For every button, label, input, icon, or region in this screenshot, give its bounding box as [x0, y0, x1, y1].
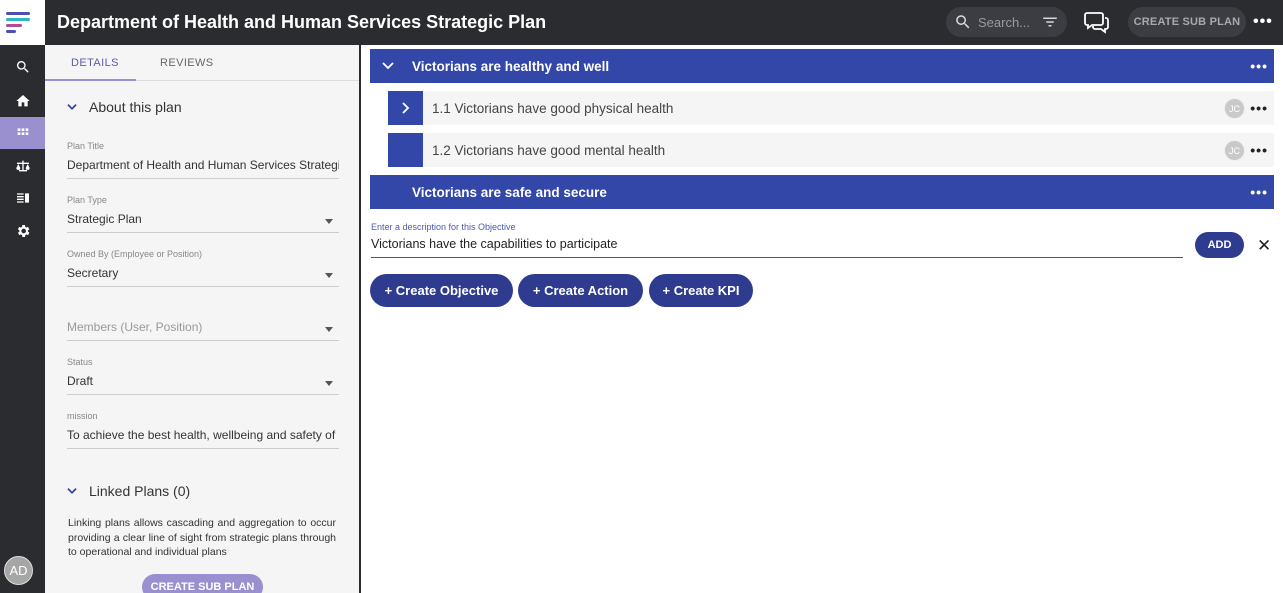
search-icon[interactable]: [0, 51, 45, 83]
chevron-down-icon: [67, 488, 77, 494]
add-button[interactable]: ADD: [1195, 232, 1244, 258]
chat-icon[interactable]: [1082, 8, 1112, 36]
caret-down-icon: [325, 219, 333, 224]
linked-plans-description: Linking plans allows cascading and aggre…: [68, 517, 336, 558]
members-select[interactable]: Members (User, Position): [67, 303, 339, 341]
caret-down-icon: [325, 381, 333, 386]
plan-title-label: Plan Title: [67, 141, 105, 151]
caret-down-icon: [325, 273, 333, 278]
assignee-avatar[interactable]: JC: [1224, 140, 1245, 161]
chevron-down-icon[interactable]: [381, 60, 395, 72]
assignee-avatar[interactable]: JC: [1224, 98, 1245, 119]
page-title: Department of Health and Human Services …: [57, 12, 547, 32]
plan-type-select[interactable]: Plan Type Strategic Plan: [67, 195, 339, 233]
owned-by-value[interactable]: Secretary: [67, 261, 339, 287]
plan-type-value[interactable]: Strategic Plan: [67, 207, 339, 233]
create-kpi-button[interactable]: + Create KPI: [649, 274, 753, 307]
home-icon[interactable]: [0, 85, 45, 117]
about-heading: About this plan: [89, 99, 182, 115]
app-logo[interactable]: [0, 0, 45, 45]
search-box[interactable]: Search...: [946, 7, 1067, 37]
tab-details[interactable]: DETAILS: [71, 57, 119, 69]
linked-plans-toggle[interactable]: Linked Plans (0): [65, 483, 190, 499]
filter-icon[interactable]: [1041, 13, 1059, 31]
details-panel: DETAILS REVIEWS About this plan Plan Tit…: [45, 45, 359, 593]
sub-objective-label: 1.2 Victorians have good mental health: [432, 142, 666, 158]
search-placeholder: Search...: [978, 14, 1031, 30]
grid-icon[interactable]: [0, 117, 45, 149]
create-sub-plan-button-secondary[interactable]: CREATE SUB PLAN: [142, 574, 263, 593]
linked-plans-heading: Linked Plans (0): [89, 483, 191, 499]
objective-label: Victorians are safe and secure: [412, 184, 607, 200]
chevron-down-icon: [67, 104, 77, 110]
left-rail: AD: [0, 0, 45, 593]
list-icon[interactable]: [0, 182, 45, 214]
objective-row[interactable]: Victorians are safe and secure •••: [370, 175, 1274, 209]
members-placeholder: Members (User, Position): [67, 320, 203, 334]
owned-by-text: Secretary: [67, 266, 119, 280]
plan-title-field[interactable]: Plan Title Department of Health and Huma…: [67, 141, 339, 179]
create-sub-plan-button[interactable]: CREATE SUB PLAN: [1128, 7, 1246, 37]
members-label-spacer: [67, 303, 339, 315]
tab-reviews[interactable]: REVIEWS: [160, 57, 214, 69]
status-value[interactable]: Draft: [67, 369, 339, 395]
tab-underline: [45, 79, 136, 81]
status-select[interactable]: Status Draft: [67, 357, 339, 395]
plan-type-text: Strategic Plan: [67, 212, 142, 226]
mission-value[interactable]: To achieve the best health, wellbeing an…: [67, 423, 339, 449]
user-avatar[interactable]: AD: [4, 556, 33, 585]
gear-icon[interactable]: [0, 215, 45, 247]
scales-icon[interactable]: [0, 150, 45, 182]
plan-type-label: Plan Type: [67, 195, 107, 205]
sub-objective-label: 1.1 Victorians have good physical health: [432, 100, 674, 116]
more-options-icon[interactable]: •••: [1253, 13, 1273, 31]
owned-by-select[interactable]: Owned By (Employee or Position) Secretar…: [67, 249, 339, 287]
about-section-toggle[interactable]: About this plan: [65, 99, 182, 115]
new-objective-label: Enter a description for this Objective: [371, 222, 516, 232]
members-value[interactable]: Members (User, Position): [67, 315, 339, 341]
top-bar: Department of Health and Human Services …: [45, 0, 1283, 45]
sub-objective-row[interactable]: 1.1 Victorians have good physical health…: [388, 91, 1274, 125]
mission-field[interactable]: mission To achieve the best health, well…: [67, 411, 339, 449]
mission-label: mission: [67, 411, 98, 421]
plan-title-value[interactable]: Department of Health and Human Services …: [67, 153, 339, 179]
sub-objective-row[interactable]: 1.2 Victorians have good mental health J…: [388, 133, 1274, 167]
objective-row[interactable]: Victorians are healthy and well •••: [370, 49, 1274, 83]
status-text: Draft: [67, 374, 94, 388]
more-options-icon[interactable]: •••: [1250, 184, 1268, 200]
create-objective-button[interactable]: + Create Objective: [370, 274, 513, 307]
new-objective-input[interactable]: Victorians have the capabilities to part…: [371, 237, 1183, 258]
expand-placeholder: [388, 133, 423, 167]
caret-down-icon: [325, 327, 333, 332]
owned-by-label: Owned By (Employee or Position): [67, 249, 203, 259]
details-tabs: DETAILS REVIEWS: [45, 45, 359, 81]
more-options-icon[interactable]: •••: [1250, 58, 1268, 74]
status-label: Status: [67, 357, 93, 367]
panel-divider: [359, 45, 361, 593]
search-icon: [956, 15, 970, 29]
close-icon[interactable]: ✕: [1257, 236, 1271, 256]
objective-label: Victorians are healthy and well: [412, 58, 610, 74]
create-action-button[interactable]: + Create Action: [518, 274, 643, 307]
chevron-right-icon[interactable]: [388, 91, 423, 125]
more-options-icon[interactable]: •••: [1250, 100, 1268, 116]
more-options-icon[interactable]: •••: [1250, 142, 1268, 158]
